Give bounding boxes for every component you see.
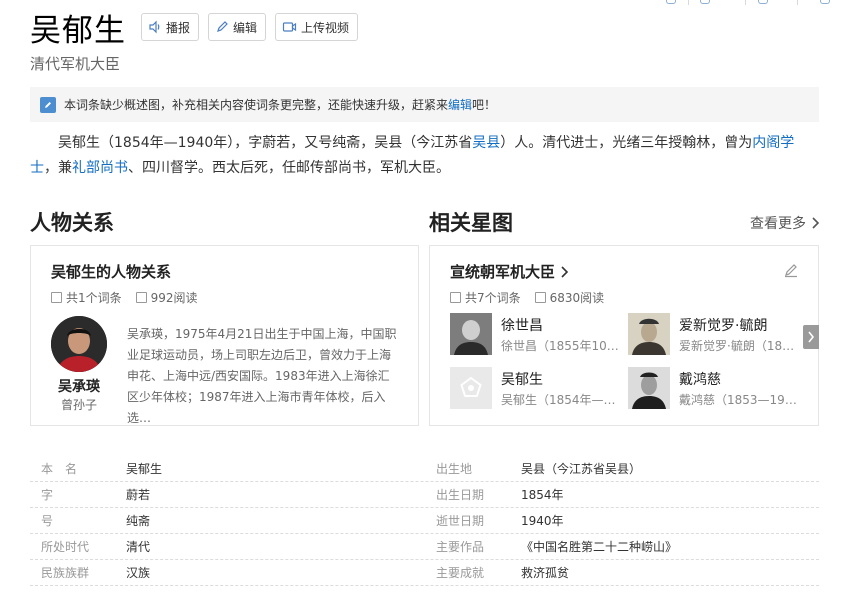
starmap-meta: 共7个词条 6830阅读 (450, 289, 604, 306)
page-title: 吴郁生 (30, 12, 126, 49)
portrait-thumbnail (450, 313, 492, 355)
starmap-card: 宣统朝军机大臣 共7个词条 6830阅读 徐世昌 徐世昌（1855年10… 爱新… (429, 245, 819, 426)
star-name: 爱新觉罗·毓朗 (679, 318, 768, 334)
edit-button[interactable]: 编辑 (208, 13, 267, 41)
upload-video-label: 上传视频 (301, 20, 350, 35)
top-toolbar-remnant (640, 0, 848, 6)
star-item[interactable]: 徐世昌 徐世昌（1855年10… (450, 313, 625, 357)
relations-card-title[interactable]: 吴郁生的人物关系 (51, 261, 171, 282)
title-row: 吴郁生 播报 编辑 上传视频 (30, 7, 359, 49)
notice-text-end: 吧！ (472, 98, 497, 112)
entries-icon (51, 292, 62, 303)
info-value: 1940年 (521, 514, 564, 528)
info-key: 逝世日期 (436, 514, 485, 528)
star-name: 吴郁生 (501, 372, 543, 388)
entries-icon (450, 292, 461, 303)
star-item[interactable]: 吴郁生 吴郁生（1854年—1… (450, 367, 625, 411)
play-label: 播报 (166, 20, 191, 35)
views-icon (135, 292, 147, 303)
info-value: 清代 (126, 540, 151, 554)
edit-notice-icon (40, 96, 56, 113)
notice-edit-link[interactable]: 编辑 (448, 96, 472, 113)
starmap-entries: 共7个词条 (465, 291, 521, 305)
table-row: 字 蔚若 出生日期 1854年 (30, 482, 819, 508)
star-name: 徐世昌 (501, 318, 543, 334)
info-value: 《中国名胜第二十二种崂山》 (521, 540, 678, 554)
star-desc: 徐世昌（1855年10… (501, 339, 619, 353)
info-value: 蔚若 (126, 488, 151, 502)
info-key: 主要成就 (436, 566, 485, 580)
basic-info-table: 本 名 吴郁生 出生地 吴县（今江苏省吴县） 字 蔚若 出生日期 1854年 号… (30, 456, 819, 586)
starmap-views: 6830阅读 (549, 291, 605, 305)
summary-text: ）人。清代进士，光绪三年授翰林，曾为 (500, 135, 753, 151)
relations-views: 992阅读 (150, 291, 198, 305)
info-key: 号 (41, 514, 54, 528)
avatar[interactable] (51, 316, 107, 372)
portrait-thumbnail (628, 313, 670, 355)
play-audio-button[interactable]: 播报 (141, 13, 200, 41)
info-key: 主要作品 (436, 540, 485, 554)
summary-paragraph: 吴郁生（1854年—1940年），字蔚若，又号纯斋，吴县（今江苏省吴县）人。清代… (30, 131, 822, 181)
notice-banner: 本词条缺少概述图，补充相关内容使词条更完整，还能快速升级，赶紧来 编辑 吧！ (30, 87, 819, 122)
table-row: 所处时代 清代 主要作品 《中国名胜第二十二种崂山》 (30, 534, 819, 560)
info-key: 本 名 (41, 462, 78, 476)
star-desc: 吴郁生（1854年—1… (501, 393, 623, 407)
upload-video-button[interactable]: 上传视频 (275, 13, 359, 41)
placeholder-thumbnail (450, 367, 492, 409)
star-name: 戴鸿慈 (679, 372, 721, 388)
chevron-right-icon (808, 331, 815, 343)
link-wuxian[interactable]: 吴县 (472, 135, 500, 151)
views-icon (534, 292, 546, 303)
info-key: 出生日期 (436, 488, 485, 502)
table-row: 号 纯斋 逝世日期 1940年 (30, 508, 819, 534)
view-more-label: 查看更多 (750, 216, 806, 232)
toolbar-icon[interactable] (666, 0, 676, 4)
info-value: 1854年 (521, 488, 564, 502)
summary-text: 吴郁生（1854年—1940年），字蔚若，又号纯斋，吴县（今江苏省 (58, 135, 473, 151)
star-item[interactable]: 戴鸿慈 戴鸿慈（1853—191… (628, 367, 803, 411)
chevron-right-icon (812, 217, 820, 229)
star-desc: 爱新觉罗·毓朗（186… (679, 339, 801, 353)
starmap-card-title[interactable]: 宣统朝军机大臣 (450, 261, 569, 282)
info-value: 救济孤贫 (521, 566, 570, 580)
relations-meta: 共1个词条 992阅读 (51, 289, 198, 306)
toolbar-icon[interactable] (700, 0, 710, 4)
table-row: 民族族群 汉族 主要成就 救济孤贫 (30, 560, 819, 586)
notice-text: 本词条缺少概述图，补充相关内容使词条更完整，还能快速升级，赶紧来 (64, 98, 449, 112)
video-icon (282, 22, 297, 32)
relation-person-name[interactable]: 吴承瑛 (39, 376, 119, 396)
edit-label: 编辑 (233, 20, 258, 35)
starmap-title-text: 宣统朝军机大臣 (450, 263, 556, 281)
info-value: 吴县（今江苏省吴县） (521, 462, 642, 476)
carousel-next-button[interactable] (803, 325, 819, 349)
toolbar-icon[interactable] (820, 0, 830, 4)
info-key: 出生地 (436, 462, 473, 476)
chevron-right-icon (561, 265, 569, 278)
table-row: 本 名 吴郁生 出生地 吴县（今江苏省吴县） (30, 456, 819, 482)
info-value: 吴郁生 (126, 462, 163, 476)
summary-text: 、四川督学。西太后死，任邮传部尚书，军机大臣。 (128, 160, 450, 176)
page-subtitle: 清代军机大臣 (30, 55, 121, 73)
relation-person-role: 曾孙子 (60, 398, 97, 412)
relations-card: 吴郁生的人物关系 共1个词条 992阅读 吴承瑛 曾孙子 吴承瑛，1975年4月… (30, 245, 419, 426)
speaker-icon (149, 20, 160, 34)
info-value: 汉族 (126, 566, 151, 580)
info-key: 民族族群 (41, 566, 90, 580)
info-value: 纯斋 (126, 514, 151, 528)
relations-section-title: 人物关系 (30, 211, 114, 235)
view-more-link[interactable]: 查看更多 (750, 213, 820, 233)
starmap-section-title: 相关星图 (429, 211, 513, 235)
relation-person-desc: 吴承瑛，1975年4月21日出生于中国上海，中国职业足球运动员，场上司职左边后卫… (127, 327, 397, 425)
star-item[interactable]: 爱新觉罗·毓朗 爱新觉罗·毓朗（186… (628, 313, 803, 357)
edit-pencil-icon[interactable] (783, 262, 799, 278)
star-desc: 戴鸿慈（1853—191… (679, 393, 801, 407)
info-key: 字 (41, 488, 54, 502)
toolbar-icon[interactable] (758, 0, 768, 4)
relations-entries: 共1个词条 (66, 291, 122, 305)
info-key: 所处时代 (41, 540, 90, 554)
portrait-thumbnail (628, 367, 670, 409)
pencil-icon (217, 21, 228, 32)
link-libu-shangshu[interactable]: 礼部尚书 (72, 160, 128, 176)
summary-text: ，兼 (44, 160, 72, 176)
